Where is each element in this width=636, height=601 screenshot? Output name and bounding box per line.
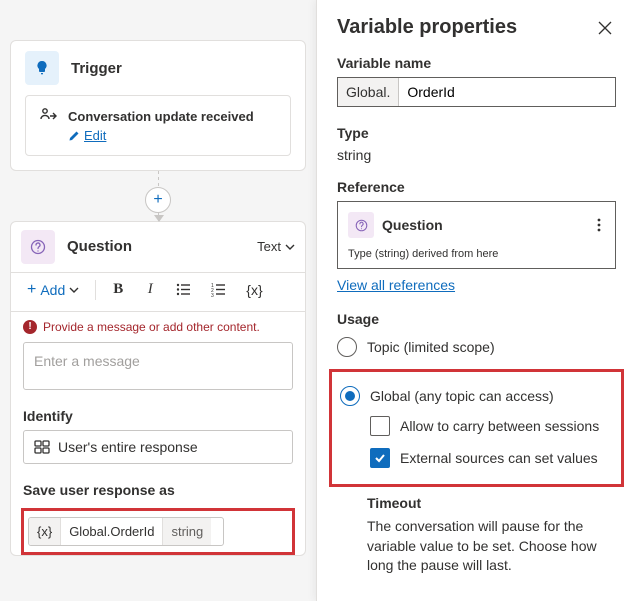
toolbar-numbered-list-button[interactable]: 123 <box>205 277 232 303</box>
toolbar-variable-button[interactable]: {x} <box>240 277 268 303</box>
usage-label: Usage <box>337 311 616 327</box>
save-as-label: Save user response as <box>11 464 305 504</box>
toolbar-bullet-list-button[interactable] <box>170 277 197 303</box>
variable-name-label: Variable name <box>337 55 616 71</box>
view-all-references-link[interactable]: View all references <box>337 277 455 293</box>
radio-checked-icon <box>340 386 360 406</box>
identify-label: Identify <box>11 390 305 430</box>
usage-global-radio[interactable]: Global (any topic can access) <box>340 382 613 410</box>
question-output-type-label: Text <box>257 239 281 254</box>
identify-type-icon <box>34 439 50 455</box>
conversation-update-icon <box>38 106 58 126</box>
usage-topic-radio[interactable]: Topic (limited scope) <box>337 333 616 361</box>
question-icon <box>21 230 55 264</box>
panel-title: Variable properties <box>337 16 517 39</box>
carry-sessions-checkbox[interactable]: Allow to carry between sessions <box>340 410 613 442</box>
trigger-header: Trigger <box>11 41 305 95</box>
saved-variable-pill[interactable]: {x} Global.OrderId string <box>28 517 224 546</box>
toolbar-add-label: Add <box>40 282 65 298</box>
question-toolbar: + Add B I 123 {x} <box>11 273 305 312</box>
reference-derived-text: Type (string) derived from here <box>348 248 605 260</box>
usage-global-highlight: Global (any topic can access) Allow to c… <box>329 369 624 487</box>
checkbox-unchecked-icon <box>370 416 390 436</box>
variable-name-field: Global. <box>337 77 616 107</box>
trigger-title: Trigger <box>71 60 122 77</box>
more-vertical-icon <box>597 218 601 232</box>
question-output-type-dropdown[interactable]: Text <box>257 239 295 254</box>
save-as-highlight: {x} Global.OrderId string <box>21 508 295 555</box>
usage-global-label: Global (any topic can access) <box>370 388 554 404</box>
variable-name-prefix: Global. <box>338 78 399 106</box>
toolbar-bold-button[interactable]: B <box>106 277 130 303</box>
reference-source-title: Question <box>382 217 443 233</box>
pencil-icon <box>68 130 80 142</box>
arrowhead-icon <box>154 215 164 222</box>
external-sources-checkbox[interactable]: External sources can set values <box>340 442 613 474</box>
saved-variable-name: Global.OrderId <box>61 518 163 545</box>
question-node: Question Text + Add B I 123 {x} <box>10 221 306 556</box>
type-value: string <box>337 147 616 163</box>
trigger-node: Trigger Conversation update received Edi… <box>10 40 306 171</box>
canvas-area: Trigger Conversation update received Edi… <box>0 0 316 601</box>
radio-unchecked-icon <box>337 337 357 357</box>
question-icon <box>348 212 374 238</box>
usage-topic-label: Topic (limited scope) <box>367 339 495 355</box>
timeout-label: Timeout <box>367 495 616 511</box>
question-title: Question <box>67 238 132 255</box>
svg-text:3: 3 <box>211 293 214 297</box>
external-sources-label: External sources can set values <box>400 450 598 466</box>
lightbulb-icon <box>25 51 59 85</box>
warning-icon: ! <box>23 320 37 334</box>
toolbar-add-button[interactable]: + Add <box>21 277 85 303</box>
saved-variable-type: string <box>163 518 211 545</box>
variable-properties-panel: Variable properties Variable name Global… <box>316 0 636 601</box>
variable-braces-icon: {x} <box>29 518 61 545</box>
reference-more-button[interactable] <box>593 216 605 234</box>
carry-sessions-label: Allow to carry between sessions <box>400 418 599 434</box>
checkbox-checked-icon <box>370 448 390 468</box>
identify-selector[interactable]: User's entire response <box>23 430 293 464</box>
panel-close-button[interactable] <box>594 17 616 39</box>
reference-box: Question Type (string) derived from here <box>337 201 616 269</box>
toolbar-italic-button[interactable]: I <box>138 277 162 303</box>
question-message-input[interactable]: Enter a message <box>23 342 293 390</box>
type-label: Type <box>337 125 616 141</box>
chevron-down-icon <box>285 242 295 252</box>
connector-line: + <box>158 171 159 221</box>
warning-text: Provide a message or add other content. <box>43 320 260 334</box>
timeout-description: The conversation will pause for the vari… <box>367 517 616 576</box>
trigger-event-title: Conversation update received <box>68 109 254 124</box>
chevron-down-icon <box>69 285 79 295</box>
trigger-event-box: Conversation update received Edit <box>25 95 291 156</box>
question-warning: ! Provide a message or add other content… <box>11 312 305 338</box>
variable-name-input[interactable] <box>399 78 615 106</box>
trigger-edit-link[interactable]: Edit <box>68 128 106 143</box>
trigger-edit-label: Edit <box>84 128 106 143</box>
identify-value: User's entire response <box>58 439 198 455</box>
close-icon <box>598 21 612 35</box>
reference-label: Reference <box>337 179 616 195</box>
add-node-button[interactable]: + <box>145 187 171 213</box>
